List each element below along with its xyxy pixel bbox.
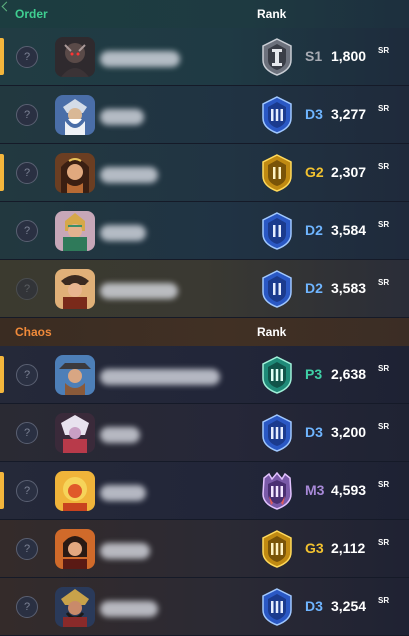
diamond-rank-emblem <box>260 414 294 452</box>
redacted-player-name <box>100 601 158 617</box>
god-portrait <box>55 211 95 251</box>
sr-unit-label: SR <box>378 104 390 113</box>
order-player-row[interactable]: ? D2 3,583 SR <box>0 260 409 318</box>
rank-tier: D3 <box>305 424 323 440</box>
skill-rating: 3,200 <box>331 424 367 440</box>
redacted-player-name <box>100 51 180 67</box>
chaos-player-row[interactable]: ? P3 2,638 SR <box>0 346 409 404</box>
redacted-player-name <box>100 109 144 125</box>
party-marker[interactable]: ? <box>16 46 38 68</box>
rank-tier: S1 <box>305 48 323 64</box>
redacted-player-name <box>100 369 220 385</box>
redacted-player-name <box>100 283 178 299</box>
skill-rating: 3,277 <box>331 106 367 122</box>
god-portrait <box>55 37 95 77</box>
rank-tier: D3 <box>305 106 323 122</box>
rank-tier: P3 <box>305 366 323 382</box>
gold-rank-emblem <box>260 154 294 192</box>
sr-unit-label: SR <box>378 46 390 55</box>
party-marker[interactable]: ? <box>16 278 38 300</box>
god-portrait <box>55 529 95 569</box>
god-portrait <box>55 413 95 453</box>
party-marker[interactable]: ? <box>16 422 38 444</box>
redacted-player-name <box>100 543 150 559</box>
chaos-player-row[interactable]: ? G3 2,112 SR <box>0 520 409 578</box>
sr-unit-label: SR <box>378 278 390 287</box>
highlight-accent <box>0 38 4 75</box>
chaos-player-row[interactable]: ? M3 4,593 SR <box>0 462 409 520</box>
masters-rank-emblem <box>260 471 294 510</box>
highlight-accent <box>0 356 4 393</box>
rank-tier: G2 <box>305 164 324 180</box>
chaos-player-row[interactable]: ? D3 3,254 SR <box>0 578 409 636</box>
diamond-rank-emblem <box>260 270 294 308</box>
god-portrait <box>55 153 95 193</box>
order-player-row[interactable]: ? D2 3,584 SR <box>0 202 409 260</box>
order-team-label: Order <box>15 7 48 21</box>
diamond-rank-emblem <box>260 588 294 626</box>
chaos-player-row[interactable]: ? D3 3,200 SR <box>0 404 409 462</box>
rank-tier: D2 <box>305 280 323 296</box>
redacted-player-name <box>100 427 140 443</box>
party-marker[interactable]: ? <box>16 480 38 502</box>
skill-rating: 4,593 <box>331 482 367 498</box>
highlight-accent <box>0 472 4 509</box>
sr-unit-label: SR <box>378 596 390 605</box>
god-portrait <box>55 95 95 135</box>
god-portrait <box>55 471 95 511</box>
god-portrait <box>55 587 95 627</box>
redacted-player-name <box>100 485 146 501</box>
redacted-player-name <box>100 225 146 241</box>
order-rank-column-label: Rank <box>257 7 287 21</box>
rank-tier: M3 <box>305 482 325 498</box>
party-marker[interactable]: ? <box>16 596 38 618</box>
diamond-rank-emblem <box>260 212 294 250</box>
chaos-rank-column-label: Rank <box>257 325 287 339</box>
skill-rating: 2,112 <box>331 540 366 556</box>
sr-unit-label: SR <box>378 480 390 489</box>
order-team-header: Order Rank <box>0 0 409 28</box>
god-portrait <box>55 355 95 395</box>
corner-icon <box>1 1 12 12</box>
gold-rank-emblem <box>260 530 294 568</box>
platinum-rank-emblem <box>260 356 294 394</box>
rank-tier: D3 <box>305 598 323 614</box>
party-marker[interactable]: ? <box>16 364 38 386</box>
sr-unit-label: SR <box>378 364 390 373</box>
skill-rating: 3,584 <box>331 222 367 238</box>
sr-unit-label: SR <box>378 162 390 171</box>
sr-unit-label: SR <box>378 422 390 431</box>
skill-rating: 3,254 <box>331 598 367 614</box>
order-player-row[interactable]: ? S1 1,800 SR <box>0 28 409 86</box>
skill-rating: 2,638 <box>331 366 367 382</box>
party-marker[interactable]: ? <box>16 104 38 126</box>
skill-rating: 1,800 <box>331 48 367 64</box>
redacted-player-name <box>100 167 158 183</box>
sr-unit-label: SR <box>378 538 390 547</box>
rank-tier: D2 <box>305 222 323 238</box>
diamond-rank-emblem <box>260 96 294 134</box>
party-marker[interactable]: ? <box>16 220 38 242</box>
god-portrait <box>55 269 95 309</box>
order-player-row[interactable]: ? G2 2,307 SR <box>0 144 409 202</box>
chaos-team-label: Chaos <box>15 325 52 339</box>
party-marker[interactable]: ? <box>16 162 38 184</box>
highlight-accent <box>0 154 4 191</box>
chaos-team-header: Chaos Rank <box>0 318 409 346</box>
sr-unit-label: SR <box>378 220 390 229</box>
skill-rating: 2,307 <box>331 164 367 180</box>
party-marker[interactable]: ? <box>16 538 38 560</box>
skill-rating: 3,583 <box>331 280 367 296</box>
silver-rank-emblem <box>260 38 294 76</box>
rank-tier: G3 <box>305 540 324 556</box>
order-player-row[interactable]: ? D3 3,277 SR <box>0 86 409 144</box>
